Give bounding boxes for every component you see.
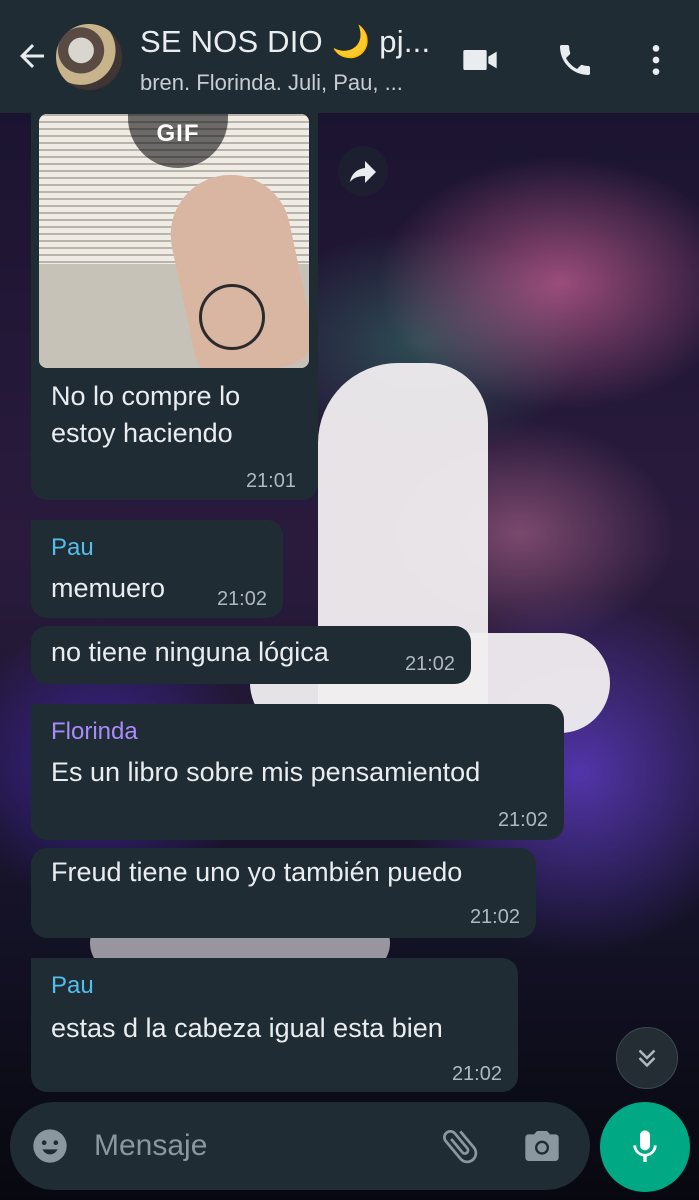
message-bubble[interactable]: Florinda Es un libro sobre mis pensamien… <box>31 704 564 840</box>
message-bubble[interactable]: Pau estas d la cabeza igual esta bien 21… <box>31 958 518 1092</box>
message-bubble[interactable]: no tiene ninguna lógica 21:02 <box>31 626 471 684</box>
back-arrow-icon[interactable] <box>14 38 50 74</box>
message-text: no tiene ninguna lógica <box>51 637 329 667</box>
message-time: 21:02 <box>216 588 267 610</box>
sender-name[interactable]: Florinda <box>51 718 138 746</box>
scroll-down-icon <box>638 1049 656 1068</box>
camera-icon[interactable] <box>522 1126 562 1166</box>
emoji-icon[interactable] <box>30 1126 70 1166</box>
message-text: No lo compre lo <box>51 381 241 411</box>
more-vert-icon[interactable] <box>636 40 676 80</box>
share-icon[interactable] <box>338 146 388 196</box>
message-text: Es un libro sobre mis pensamientod <box>51 757 481 787</box>
phone-icon[interactable] <box>555 40 595 80</box>
message-time: 21:02 <box>404 653 455 675</box>
sender-name[interactable]: Pau <box>51 534 94 562</box>
message-bubble[interactable]: Freud tiene uno yo también puedo 21:02 <box>31 848 536 938</box>
message-text: Freud tiene uno yo también puedo <box>51 857 463 887</box>
gif-tattoo-image <box>199 284 265 350</box>
gif-thumbnail[interactable]: GIF <box>39 114 309 368</box>
group-avatar[interactable] <box>56 24 122 90</box>
message-text: estas d la cabeza igual esta bien <box>51 1013 443 1043</box>
sender-name[interactable]: Pau <box>51 972 94 1000</box>
attach-icon[interactable] <box>438 1124 482 1168</box>
message-time: 21:02 <box>469 906 520 928</box>
message-input-bar[interactable]: Mensaje <box>10 1102 590 1190</box>
message-time: 21:02 <box>451 1063 502 1085</box>
message-bubble-gif[interactable]: GIF No lo compre lo estoy haciendo 21:01 <box>31 90 318 500</box>
voice-message-button[interactable] <box>600 1102 690 1192</box>
message-input[interactable]: Mensaje <box>94 1129 207 1163</box>
mic-icon <box>633 1130 657 1162</box>
message-text: memuero <box>51 573 166 603</box>
scroll-down-button[interactable] <box>616 1027 678 1089</box>
message-text: estoy haciendo <box>51 418 233 448</box>
message-time: 21:01 <box>245 470 296 492</box>
message-time: 21:02 <box>497 809 548 831</box>
video-call-icon[interactable] <box>460 40 500 80</box>
message-bubble[interactable]: Pau memuero 21:02 <box>31 520 283 618</box>
chat-title[interactable]: SE NOS DIO 🌙 pj... <box>140 23 430 60</box>
